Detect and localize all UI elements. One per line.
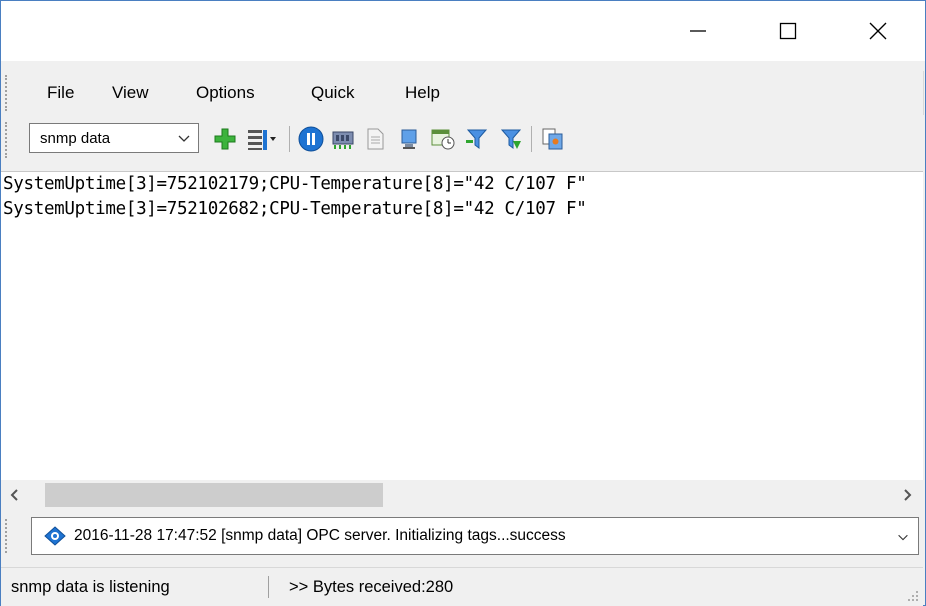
menu-quick[interactable]: Quick [307, 81, 358, 105]
log-grip[interactable] [5, 519, 10, 553]
copy-button[interactable] [539, 125, 567, 153]
chevron-right-icon [904, 489, 912, 501]
document-icon [367, 128, 384, 150]
minimize-icon [690, 30, 706, 32]
monitor-icon [401, 129, 417, 149]
scheduler-icon [431, 129, 455, 150]
source-select-value: snmp data [40, 130, 111, 147]
columns-icon [248, 130, 276, 150]
chevron-left-icon [10, 489, 18, 501]
status-bytes-received: >> Bytes received:280 [289, 578, 454, 596]
scheduler-button[interactable] [429, 125, 457, 153]
memory-icon [332, 131, 354, 149]
maximize-button[interactable] [765, 9, 811, 53]
log-select[interactable]: 2016-11-28 17:47:52 [snmp data] OPC serv… [31, 517, 919, 555]
close-icon [869, 22, 887, 40]
minimize-button[interactable] [675, 9, 721, 53]
close-button[interactable] [855, 9, 901, 53]
pause-button[interactable] [297, 125, 325, 153]
status-bar: snmp data is listening >> Bytes received… [1, 567, 923, 606]
data-output-panel[interactable]: SystemUptime[3]=752102179;CPU-Temperatur… [1, 171, 923, 482]
toolbar-separator [289, 126, 290, 152]
chevron-down-icon [898, 534, 908, 541]
chevron-down-icon [178, 135, 190, 142]
info-icon [44, 526, 66, 546]
menu-file[interactable]: File [43, 81, 78, 105]
menu-view[interactable]: View [108, 81, 153, 105]
filter-icon [466, 129, 488, 149]
monitor-button[interactable] [395, 125, 423, 153]
copy-icon [542, 128, 563, 150]
menu-grip[interactable] [5, 75, 10, 111]
horizontal-scrollbar[interactable] [1, 480, 923, 510]
columns-button[interactable] [245, 125, 279, 153]
add-button[interactable] [211, 125, 239, 153]
filter-edit-button[interactable] [497, 125, 525, 153]
menu-help[interactable]: Help [401, 81, 444, 105]
pause-icon [298, 126, 324, 152]
toolbar-separator [531, 126, 532, 152]
filter-button[interactable] [463, 125, 491, 153]
toolbar-grip[interactable] [5, 122, 10, 158]
document-button[interactable] [361, 125, 389, 153]
menu-options[interactable]: Options [192, 81, 259, 105]
menu-bar: File View Options Quick Help [1, 71, 924, 115]
source-select[interactable]: snmp data [29, 123, 199, 153]
memory-button[interactable] [329, 125, 357, 153]
status-separator [268, 576, 269, 598]
data-line: SystemUptime[3]=752102682;CPU-Temperatur… [3, 199, 587, 219]
filter-edit-icon [500, 129, 522, 149]
scroll-right-button[interactable] [895, 483, 919, 507]
data-line: SystemUptime[3]=752102179;CPU-Temperatur… [3, 174, 587, 194]
scroll-left-button[interactable] [3, 483, 27, 507]
maximize-icon [779, 22, 797, 40]
status-state: snmp data is listening [11, 578, 170, 596]
scrollbar-thumb[interactable] [45, 483, 383, 507]
toolbar: snmp data [1, 118, 923, 168]
resize-grip-icon[interactable] [905, 588, 919, 602]
app-window: File View Options Quick Help snmp data S… [0, 0, 926, 606]
add-icon [214, 128, 236, 150]
log-message: 2016-11-28 17:47:52 [snmp data] OPC serv… [74, 527, 566, 544]
title-bar [1, 1, 925, 61]
